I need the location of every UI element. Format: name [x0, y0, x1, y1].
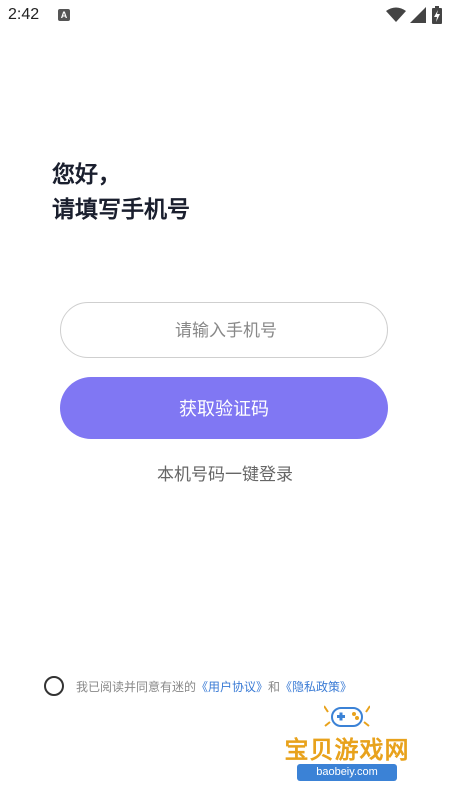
agree-checkbox[interactable]: [44, 676, 64, 696]
agreement-connector-text: 和: [268, 679, 281, 694]
one-click-login-link[interactable]: 本机号码一键登录: [0, 460, 450, 485]
status-time: 2:42: [8, 6, 40, 23]
a-badge-icon: A: [58, 9, 70, 21]
user-agreement-link[interactable]: 《用户协议》: [196, 678, 268, 695]
site-watermark: 宝贝游戏网 baobeiy.com: [272, 702, 422, 786]
phone-number-input[interactable]: [61, 303, 391, 359]
cell-signal-icon: [410, 7, 426, 27]
get-verification-code-button[interactable]: 获取验证码: [60, 377, 388, 439]
watermark-title: 宝贝游戏网: [284, 736, 410, 764]
phone-input-container: [60, 302, 391, 359]
battery-charging-icon: [432, 6, 442, 28]
greeting-line-2: 请填写手机号: [52, 197, 190, 223]
agreement-prefix-text: 我已阅读并同意有迷的: [76, 679, 197, 694]
greeting-line-1: 您好，: [52, 162, 121, 188]
wifi-icon: [386, 7, 406, 27]
status-bar: 2:42 A: [0, 0, 450, 32]
agreement-row: 我已阅读并同意有迷的 《用户协议》 和 《隐私政策》: [44, 676, 352, 696]
privacy-policy-link[interactable]: 《隐私政策》: [280, 678, 352, 695]
page-title: 您好， 请填写手机号: [52, 158, 190, 228]
login-screen: 2:42 A 您好， 请填写手机号 获取验证码 本机号码一键登: [0, 0, 450, 800]
watermark-url: baobeiy.com: [297, 764, 397, 781]
